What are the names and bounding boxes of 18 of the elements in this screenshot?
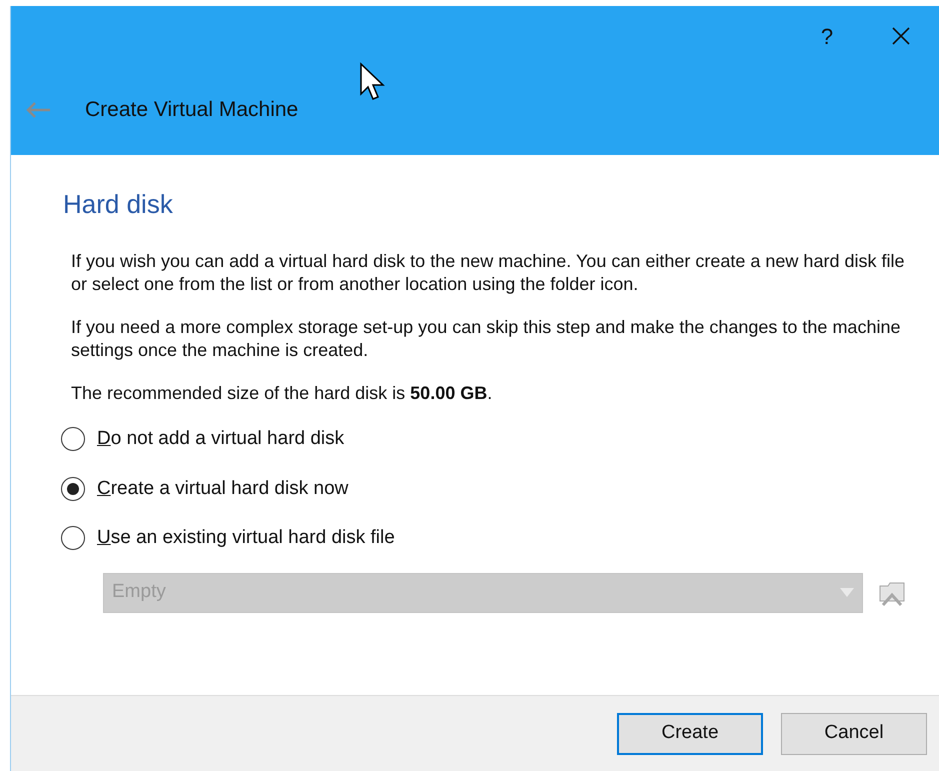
description-paragraph: If you wish you can add a virtual hard disk to the new machine. You can either create a new hard disk file or select one from the list or from another location using the folder icon. xyxy=(71,250,906,296)
dropdown-arrow-icon xyxy=(840,588,854,597)
radio-label[interactable]: Use an existing virtual hard disk file xyxy=(97,524,395,552)
help-button[interactable]: ? xyxy=(815,20,839,52)
dialog-button[interactable]: Create xyxy=(617,712,763,754)
back-arrow-icon xyxy=(25,102,51,118)
close-icon xyxy=(892,27,910,45)
radio-button[interactable] xyxy=(61,526,85,550)
description-paragraph: The recommended size of the hard disk is 50.00 GB. xyxy=(71,382,494,405)
description-paragraph: If you need a more complex storage set-up you can skip this step and make the changes to the machine settings once the machine is created. xyxy=(71,316,902,362)
radio-label[interactable]: Do not add a virtual hard disk xyxy=(97,425,344,454)
radio-button[interactable] xyxy=(61,476,85,501)
dialog-button[interactable]: Cancel xyxy=(781,712,927,754)
radio-button[interactable] xyxy=(61,427,85,452)
window-title: Create Virtual Machine xyxy=(85,97,298,123)
mouse-cursor-icon xyxy=(359,62,385,102)
radio-label[interactable]: Create a virtual hard disk now xyxy=(97,474,348,503)
page-heading: Hard disk xyxy=(63,188,174,221)
